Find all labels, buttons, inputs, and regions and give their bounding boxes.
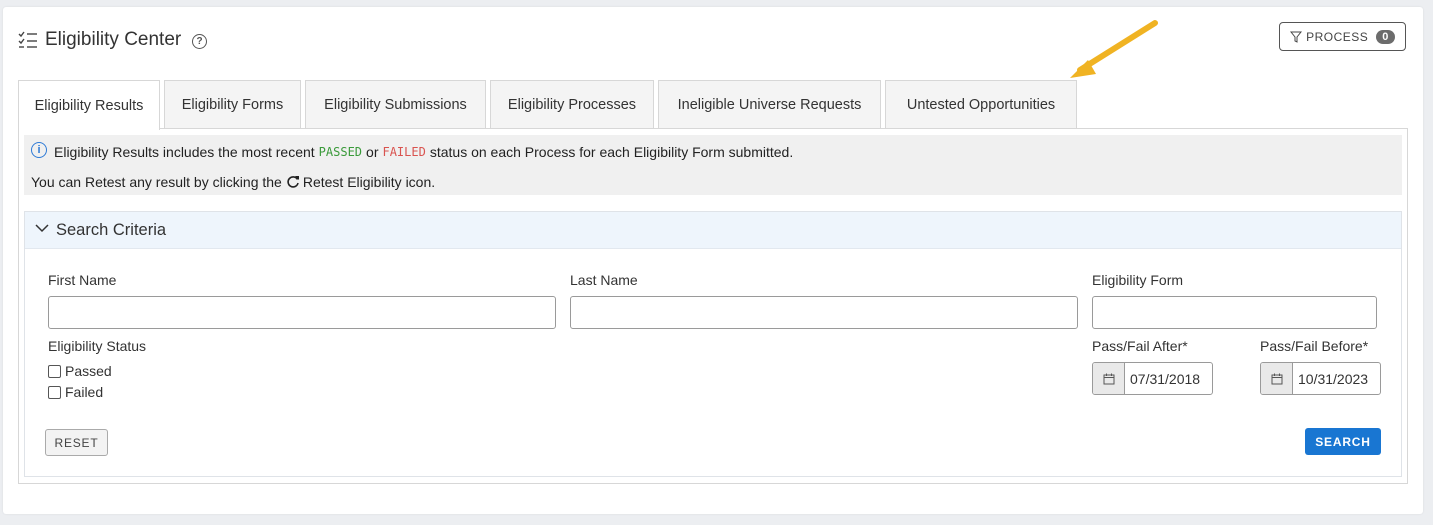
last-name-input[interactable] — [570, 296, 1078, 329]
tab-eligibility-forms[interactable]: Eligibility Forms — [164, 80, 301, 129]
info-box: i Eligibility Results includes the most … — [24, 135, 1402, 195]
info-line-2: You can Retest any result by clicking th… — [31, 174, 435, 190]
tab-untested-opportunities[interactable]: Untested Opportunities — [885, 80, 1077, 129]
eligibility-form-input[interactable] — [1092, 296, 1377, 329]
retest-icon — [287, 176, 299, 188]
last-name-label: Last Name — [570, 272, 638, 288]
page-title: Eligibility Center — [45, 29, 182, 50]
checklist-icon — [18, 31, 37, 48]
eligibility-status-label: Eligibility Status — [48, 338, 147, 354]
tab-ineligible-universe-requests[interactable]: Ineligible Universe Requests — [658, 80, 881, 129]
tab-eligibility-submissions[interactable]: Eligibility Submissions — [305, 80, 486, 129]
calendar-icon[interactable] — [1261, 363, 1293, 394]
process-button-label: PROCESS — [1306, 29, 1369, 44]
process-button[interactable]: PROCESS 0 — [1279, 22, 1406, 51]
first-name-input[interactable] — [48, 296, 556, 329]
pass-fail-after-label: Pass/Fail After* — [1092, 338, 1188, 354]
info-icon: i — [31, 142, 47, 158]
info-or-text: or — [366, 144, 379, 160]
status-passed-option[interactable]: Passed — [48, 363, 112, 379]
first-name-label: First Name — [48, 272, 117, 288]
pass-fail-after-value[interactable]: 07/31/2018 — [1125, 363, 1212, 394]
pass-fail-before-label: Pass/Fail Before* — [1260, 338, 1369, 354]
filter-icon — [1290, 31, 1303, 43]
process-count-badge: 0 — [1376, 29, 1395, 44]
tab-eligibility-processes[interactable]: Eligibility Processes — [490, 80, 654, 129]
pass-fail-before-value[interactable]: 10/31/2023 — [1293, 363, 1380, 394]
tab-eligibility-results[interactable]: Eligibility Results — [18, 80, 160, 130]
search-criteria-section: Search Criteria — [24, 211, 1402, 477]
search-criteria-title: Search Criteria — [56, 221, 167, 239]
info-text-2: You can Retest any result by clicking th… — [31, 174, 282, 190]
passed-checkbox-label: Passed — [65, 363, 112, 379]
failed-code: FAILED — [382, 145, 426, 159]
passed-code: PASSED — [318, 145, 363, 159]
search-criteria-header[interactable]: Search Criteria — [25, 212, 1401, 249]
calendar-icon[interactable] — [1093, 363, 1125, 394]
search-button[interactable]: SEARCH — [1305, 428, 1381, 455]
passed-checkbox[interactable] — [48, 364, 61, 378]
annotation-arrow — [1070, 20, 1158, 78]
help-icon[interactable]: ? — [192, 34, 207, 49]
info-text-post: status on each Process for each Eligibil… — [429, 144, 794, 160]
reset-button[interactable]: RESET — [45, 429, 108, 456]
failed-checkbox[interactable] — [48, 385, 61, 399]
failed-checkbox-label: Failed — [65, 384, 104, 400]
info-line-1: Eligibility Results includes the most re… — [54, 144, 793, 160]
chevron-down-icon — [35, 224, 49, 233]
info-text: Eligibility Results includes the most re… — [54, 144, 315, 160]
eligibility-form-label: Eligibility Form — [1092, 272, 1184, 288]
pass-fail-before-datepicker[interactable]: 10/31/2023 — [1260, 362, 1381, 395]
pass-fail-after-datepicker[interactable]: 07/31/2018 — [1092, 362, 1213, 395]
status-failed-option[interactable]: Failed — [48, 384, 103, 400]
info-text-2-post: Retest Eligibility icon. — [302, 174, 436, 190]
